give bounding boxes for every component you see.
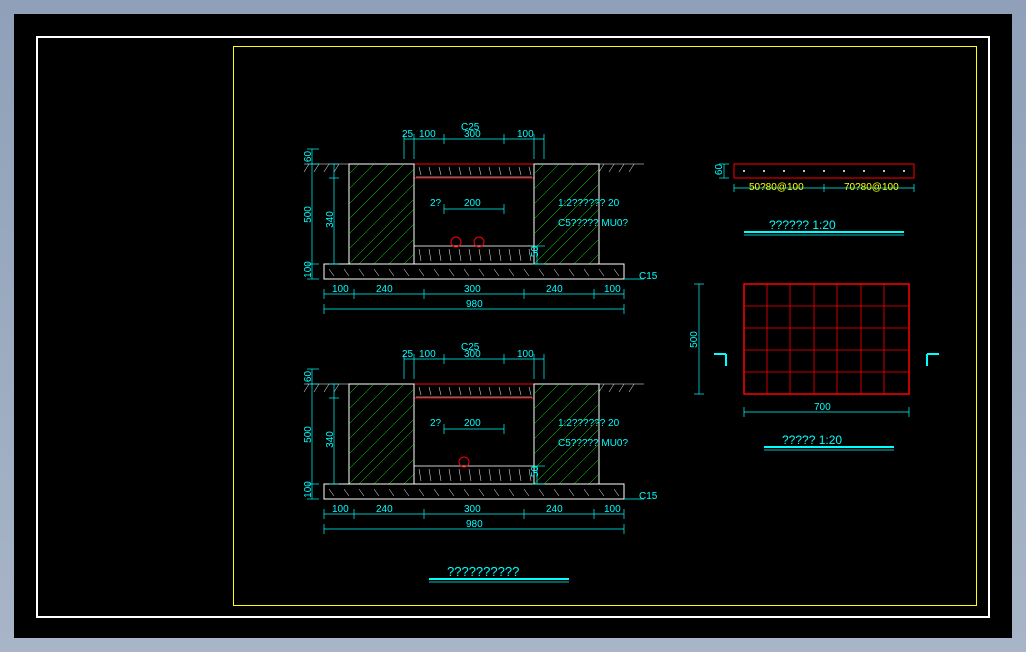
s2-inner-dim1: 2? (430, 418, 441, 429)
s2-note2: C5????? MU0? (558, 438, 628, 449)
d1-left-dim: 60 (714, 164, 725, 175)
s1-bdim3: 300 (464, 284, 481, 295)
d2-title: ????? 1:20 (782, 433, 842, 447)
cad-drawing-svg (14, 14, 1012, 638)
main-title: ?????????? (447, 564, 519, 579)
d2-bdim: 700 (814, 402, 831, 413)
s2-btotal: 980 (466, 519, 483, 530)
s1-bdim2: 240 (376, 284, 393, 295)
s1-left-dim3: 100 (303, 261, 314, 278)
s1-bdim1: 100 (332, 284, 349, 295)
detail-2 (694, 284, 939, 450)
s1-bottom-label: C15 (639, 271, 657, 282)
s2-note1: 1:2?????? 20 (558, 418, 619, 429)
s2-bdim4: 240 (546, 504, 563, 515)
s1-left-dim1: 60 (303, 151, 314, 162)
s1-top-dim2: 100 (419, 129, 436, 140)
s1-top-dim3: 300 (464, 129, 481, 140)
s2-left-dim4: 340 (325, 431, 336, 448)
s2-bdim1: 100 (332, 504, 349, 515)
s2-left-dim1: 60 (303, 371, 314, 382)
s1-top-dim4: 100 (517, 129, 534, 140)
s2-top-dim1: 25 (402, 349, 413, 360)
s2-inner-dim2: 200 (464, 418, 481, 429)
s2-bdim2: 240 (376, 504, 393, 515)
s1-note2: C5????? MU0? (558, 218, 628, 229)
s2-left-dim2: 500 (303, 426, 314, 443)
s1-bdim5: 100 (604, 284, 621, 295)
s2-top-dim4: 100 (517, 349, 534, 360)
s1-left-dim4: 340 (325, 211, 336, 228)
s1-left-dim2: 500 (303, 206, 314, 223)
s2-top-dim2: 100 (419, 349, 436, 360)
cad-viewport[interactable]: C25 25 100 300 100 60 500 100 340 2? 200… (14, 14, 1012, 638)
s1-inner-dim3: 50 (530, 246, 541, 257)
d1-bdim2: 70?80@100 (844, 182, 899, 193)
s2-left-dim3: 100 (303, 481, 314, 498)
s1-top-dim1: 25 (402, 129, 413, 140)
s1-note1: 1:2?????? 20 (558, 198, 619, 209)
s2-bdim3: 300 (464, 504, 481, 515)
s1-btotal: 980 (466, 299, 483, 310)
d1-title: ?????? 1:20 (769, 218, 836, 232)
s2-top-dim3: 300 (464, 349, 481, 360)
s2-inner-dim3: 50 (530, 466, 541, 477)
d2-left-dim: 500 (689, 331, 700, 348)
s2-bottom-label: C15 (639, 491, 657, 502)
s1-inner-dim1: 2? (430, 198, 441, 209)
s1-inner-dim2: 200 (464, 198, 481, 209)
s1-bdim4: 240 (546, 284, 563, 295)
d1-bdim1: 50?80@100 (749, 182, 804, 193)
s2-bdim5: 100 (604, 504, 621, 515)
